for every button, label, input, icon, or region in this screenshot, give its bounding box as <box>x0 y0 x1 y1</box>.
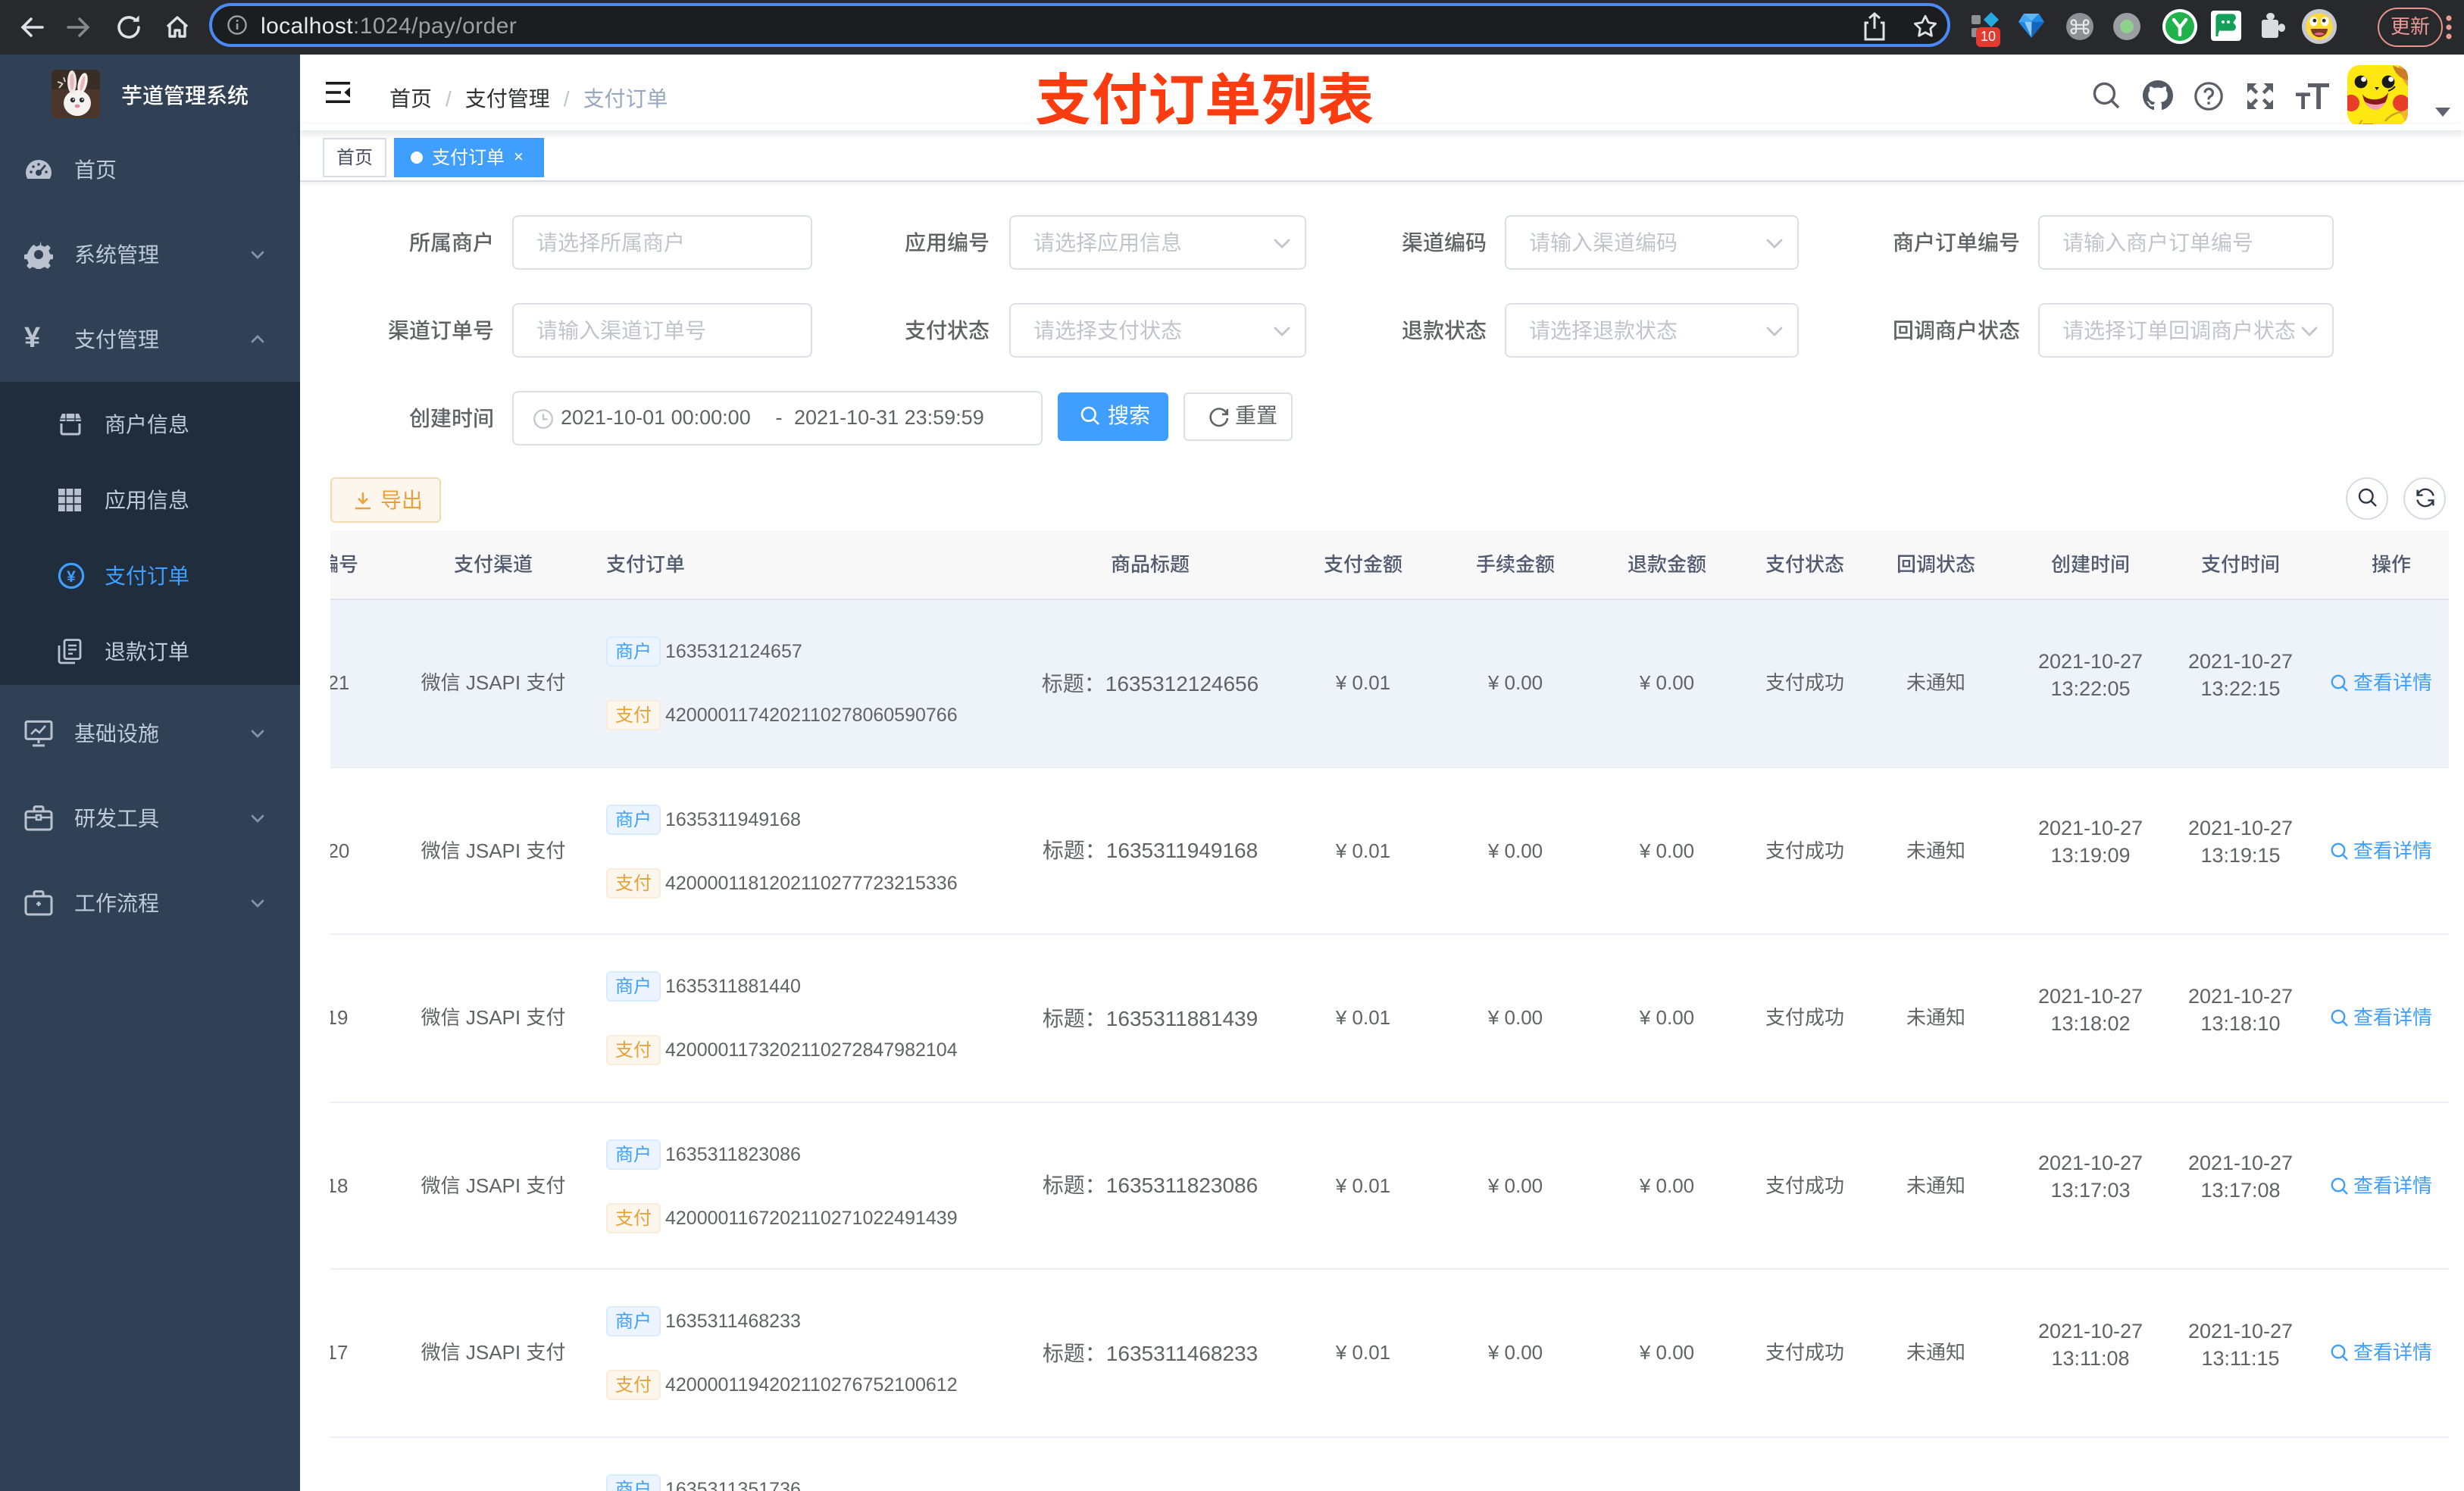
svg-text:¥: ¥ <box>67 568 76 586</box>
